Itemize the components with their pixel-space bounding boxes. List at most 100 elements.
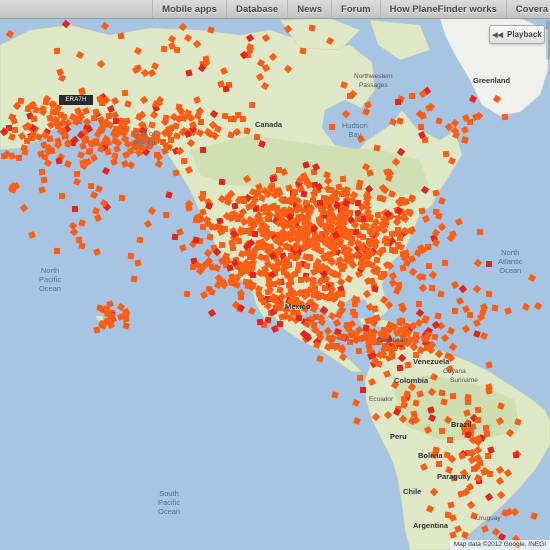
plane-icon[interactable]: [458, 284, 468, 294]
plane-icon[interactable]: [437, 222, 447, 232]
plane-icon[interactable]: [183, 33, 192, 42]
plane-icon[interactable]: [419, 207, 426, 215]
plane-icon[interactable]: [495, 465, 505, 475]
plane-icon[interactable]: [420, 462, 429, 471]
plane-icon[interactable]: [435, 460, 443, 467]
plane-icon[interactable]: [5, 30, 15, 39]
plane-icon[interactable]: [127, 252, 135, 260]
plane-icon[interactable]: [322, 284, 329, 292]
plane-icon[interactable]: [76, 50, 85, 59]
playback-button[interactable]: ◀◀ Playback: [489, 25, 545, 44]
plane-icon[interactable]: [140, 68, 149, 78]
plane-icon[interactable]: [195, 128, 204, 137]
plane-icon[interactable]: [171, 233, 178, 241]
plane-icon[interactable]: [243, 127, 251, 135]
plane-icon[interactable]: [407, 226, 415, 235]
plane-icon[interactable]: [133, 46, 143, 55]
plane-icon[interactable]: [134, 258, 143, 267]
plane-icon[interactable]: [502, 113, 509, 121]
plane-icon[interactable]: [92, 247, 101, 256]
plane-icon[interactable]: [420, 185, 430, 194]
plane-icon[interactable]: [424, 426, 433, 435]
plane-icon[interactable]: [140, 95, 149, 105]
plane-icon[interactable]: [427, 414, 436, 423]
plane-icon[interactable]: [130, 275, 137, 283]
plane-icon[interactable]: [283, 64, 293, 73]
plane-icon[interactable]: [71, 205, 78, 213]
plane-icon[interactable]: [528, 273, 537, 282]
nav-item-covera[interactable]: Covera: [505, 0, 550, 18]
plane-icon[interactable]: [87, 182, 94, 189]
plane-icon[interactable]: [349, 308, 356, 316]
plane-icon[interactable]: [496, 490, 505, 500]
plane-icon[interactable]: [378, 195, 387, 203]
plane-icon[interactable]: [265, 276, 272, 284]
plane-icon[interactable]: [244, 203, 253, 212]
plane-icon[interactable]: [418, 283, 427, 293]
plane-icon[interactable]: [455, 296, 465, 305]
plane-icon[interactable]: [124, 100, 132, 108]
plane-icon[interactable]: [485, 361, 493, 369]
plane-icon[interactable]: [181, 157, 188, 164]
plane-icon[interactable]: [367, 378, 376, 387]
plane-markers[interactable]: [0, 0, 550, 550]
plane-icon[interactable]: [154, 152, 164, 162]
plane-icon[interactable]: [300, 190, 308, 198]
plane-icon[interactable]: [361, 108, 370, 117]
plane-icon[interactable]: [491, 304, 499, 311]
plane-icon[interactable]: [54, 47, 61, 54]
plane-icon[interactable]: [268, 175, 277, 183]
plane-icon[interactable]: [90, 190, 99, 199]
plane-icon[interactable]: [185, 204, 193, 212]
plane-icon[interactable]: [496, 417, 505, 426]
plane-icon[interactable]: [218, 178, 225, 186]
plane-icon[interactable]: [394, 98, 401, 106]
plane-icon[interactable]: [91, 108, 100, 116]
plane-icon[interactable]: [103, 148, 112, 156]
plane-icon[interactable]: [77, 242, 86, 250]
plane-icon[interactable]: [262, 34, 271, 43]
plane-icon[interactable]: [59, 192, 66, 200]
plane-icon[interactable]: [327, 187, 334, 194]
plane-icon[interactable]: [306, 255, 313, 262]
plane-icon[interactable]: [496, 477, 505, 486]
plane-icon[interactable]: [246, 46, 254, 54]
plane-icon[interactable]: [122, 322, 130, 330]
plane-icon[interactable]: [362, 289, 372, 299]
plane-icon[interactable]: [184, 166, 193, 175]
plane-icon[interactable]: [428, 284, 435, 292]
plane-icon[interactable]: [412, 399, 420, 407]
plane-icon[interactable]: [399, 414, 408, 424]
plane-icon[interactable]: [279, 168, 288, 177]
plane-icon[interactable]: [469, 94, 478, 104]
plane-icon[interactable]: [61, 19, 70, 29]
plane-icon[interactable]: [347, 93, 354, 100]
plane-icon[interactable]: [382, 370, 391, 378]
plane-icon[interactable]: [431, 334, 439, 341]
plane-icon[interactable]: [408, 92, 416, 100]
plane-icon[interactable]: [487, 470, 494, 478]
plane-icon[interactable]: [106, 321, 115, 330]
plane-icon[interactable]: [76, 151, 85, 159]
plane-icon[interactable]: [388, 190, 397, 198]
plane-icon[interactable]: [474, 258, 483, 267]
plane-icon[interactable]: [506, 429, 515, 438]
plane-icon[interactable]: [10, 117, 19, 126]
plane-icon[interactable]: [466, 311, 473, 319]
plane-icon[interactable]: [484, 492, 493, 502]
plane-icon[interactable]: [432, 208, 440, 216]
plane-icon[interactable]: [315, 216, 323, 223]
plane-icon[interactable]: [366, 169, 374, 177]
plane-icon[interactable]: [370, 285, 379, 293]
plane-icon[interactable]: [19, 203, 29, 213]
plane-icon[interactable]: [233, 281, 242, 290]
plane-icon[interactable]: [185, 69, 193, 77]
plane-icon[interactable]: [479, 331, 488, 340]
plane-icon[interactable]: [343, 189, 351, 197]
plane-icon[interactable]: [462, 409, 471, 418]
plane-icon[interactable]: [434, 312, 442, 320]
flight-map[interactable]: Greenland Canada Hudson Bay Northwestern…: [0, 0, 550, 550]
plane-icon[interactable]: [484, 452, 492, 459]
plane-icon[interactable]: [512, 451, 520, 459]
plane-icon[interactable]: [394, 226, 401, 233]
